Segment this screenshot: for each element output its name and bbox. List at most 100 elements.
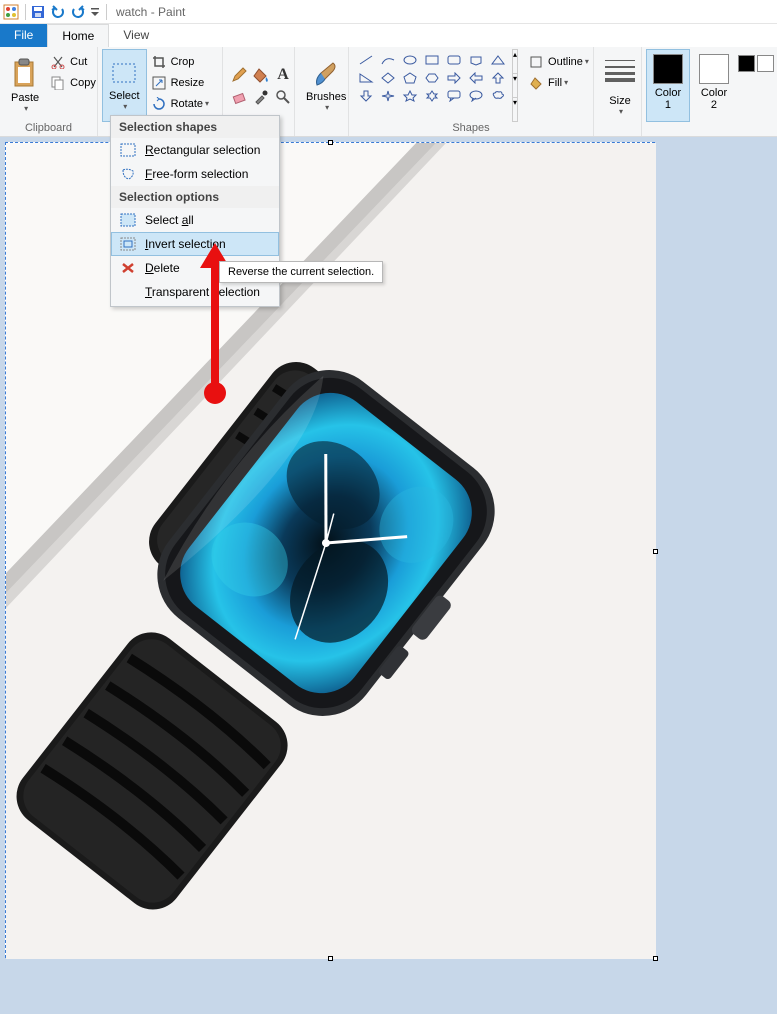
- select-button[interactable]: Select ▾: [102, 49, 147, 122]
- color2-button[interactable]: Color 2: [692, 49, 736, 122]
- cut-button[interactable]: Cut: [46, 51, 100, 72]
- magnifier-tool[interactable]: [273, 87, 293, 107]
- resize-icon: [151, 75, 167, 91]
- outline-label: Outline: [548, 56, 583, 68]
- crop-icon: [151, 54, 167, 70]
- text-tool[interactable]: A: [273, 65, 293, 85]
- color2-label: Color 2: [701, 87, 727, 111]
- cut-label: Cut: [70, 56, 87, 68]
- undo-icon[interactable]: [49, 3, 67, 21]
- color2-swatch: [699, 54, 729, 84]
- group-label-colors: [646, 122, 758, 136]
- brushes-label: Brushes: [306, 91, 346, 103]
- invert-selection-icon: [117, 235, 139, 253]
- tools-grid: A: [227, 63, 295, 109]
- group-label-size: [598, 122, 637, 136]
- shape-rect[interactable]: [421, 51, 442, 68]
- eraser-tool[interactable]: [229, 87, 249, 107]
- separator: [106, 4, 107, 20]
- menu-select-all[interactable]: Select all: [111, 208, 279, 232]
- size-button[interactable]: Size ▾: [598, 49, 642, 122]
- shape-arrow-left[interactable]: [465, 69, 486, 86]
- chevron-down-icon: ▾: [585, 57, 589, 66]
- chevron-down-icon: ▾: [205, 99, 209, 108]
- shape-curve[interactable]: [377, 51, 398, 68]
- shape-roundrect[interactable]: [443, 51, 464, 68]
- shape-pentagon[interactable]: [399, 69, 420, 86]
- shape-triangle[interactable]: [487, 51, 508, 68]
- fill-button[interactable]: Fill▾: [524, 72, 593, 93]
- shape-oval[interactable]: [399, 51, 420, 68]
- color1-label: Color 1: [655, 87, 681, 111]
- picker-tool[interactable]: [251, 87, 271, 107]
- rect-select-icon: [117, 141, 139, 159]
- menu-rectangular-selection[interactable]: Rectangular selection: [111, 138, 279, 162]
- group-clipboard: Paste ▾ Cut Copy Clipboard: [0, 47, 98, 136]
- shape-hexagon[interactable]: [421, 69, 442, 86]
- select-label: Select: [109, 90, 140, 102]
- redo-icon[interactable]: [69, 3, 87, 21]
- shape-callout-oval[interactable]: [465, 87, 486, 104]
- group-shapes: ▴ ▾ ▾ Outline▾ Fill▾ Shapes: [349, 47, 594, 136]
- separator: [25, 4, 26, 20]
- resize-handle-br[interactable]: [653, 956, 658, 961]
- menu-label: Invert selection: [145, 237, 226, 251]
- menu-transparent-selection[interactable]: Transparent selection: [111, 280, 279, 304]
- chevron-down-icon: ▾: [123, 102, 127, 111]
- rotate-button[interactable]: Rotate▾: [147, 93, 213, 114]
- outline-button[interactable]: Outline▾: [524, 51, 593, 72]
- tooltip: Reverse the current selection.: [219, 261, 383, 283]
- pencil-tool[interactable]: [229, 65, 249, 85]
- paste-icon: [11, 58, 39, 90]
- menu-invert-selection[interactable]: Invert selection: [111, 232, 279, 256]
- brushes-button[interactable]: Brushes ▾: [299, 49, 353, 122]
- shape-diamond[interactable]: [377, 69, 398, 86]
- fill-tool[interactable]: [251, 65, 271, 85]
- select-all-icon: [117, 211, 139, 229]
- shape-polygon[interactable]: [465, 51, 486, 68]
- palette-white[interactable]: [757, 55, 774, 72]
- shapes-scroll[interactable]: ▴ ▾ ▾: [512, 49, 518, 122]
- shapes-gallery[interactable]: [353, 49, 510, 122]
- select-icon: [109, 60, 139, 88]
- resize-handle-bottom[interactable]: [328, 956, 333, 961]
- chevron-down-icon: ▾: [325, 103, 329, 112]
- shape-callout-cloud[interactable]: [487, 87, 508, 104]
- window-title: watch - Paint: [116, 5, 185, 19]
- shape-callout-rect[interactable]: [443, 87, 464, 104]
- palette-black[interactable]: [738, 55, 755, 72]
- shape-line[interactable]: [355, 51, 376, 68]
- resize-button[interactable]: Resize: [147, 72, 213, 93]
- resize-handle-top[interactable]: [328, 140, 333, 145]
- freeform-select-icon: [117, 165, 139, 183]
- size-label: Size: [609, 95, 630, 107]
- shape-arrow-down[interactable]: [355, 87, 376, 104]
- shape-arrow-up[interactable]: [487, 69, 508, 86]
- group-size: Size ▾: [594, 47, 642, 136]
- shape-4star[interactable]: [377, 87, 398, 104]
- crop-label: Crop: [171, 56, 195, 68]
- resize-handle-right[interactable]: [653, 549, 658, 554]
- outline-icon: [528, 54, 544, 70]
- app-icon: [2, 3, 20, 21]
- shape-5star[interactable]: [399, 87, 420, 104]
- color1-button[interactable]: Color 1: [646, 49, 690, 122]
- crop-button[interactable]: Crop: [147, 51, 213, 72]
- copy-button[interactable]: Copy: [46, 72, 100, 93]
- shape-rtriangle[interactable]: [355, 69, 376, 86]
- chevron-down-icon: ▾: [24, 104, 28, 113]
- menu-header-shapes: Selection shapes: [111, 116, 279, 138]
- color1-swatch: [653, 54, 683, 84]
- paste-button[interactable]: Paste ▾: [4, 49, 46, 122]
- shape-arrow-right[interactable]: [443, 69, 464, 86]
- menu-freeform-selection[interactable]: Free-form selection: [111, 162, 279, 186]
- shape-6star[interactable]: [421, 87, 442, 104]
- tab-home[interactable]: Home: [47, 24, 109, 47]
- chevron-down-icon: ▾: [564, 78, 568, 87]
- tab-view[interactable]: View: [109, 24, 163, 47]
- tab-file[interactable]: File: [0, 24, 47, 47]
- group-label-brushes: [299, 122, 344, 136]
- save-icon[interactable]: [29, 3, 47, 21]
- size-icon: [605, 56, 635, 93]
- qat-customize-icon[interactable]: [89, 3, 101, 21]
